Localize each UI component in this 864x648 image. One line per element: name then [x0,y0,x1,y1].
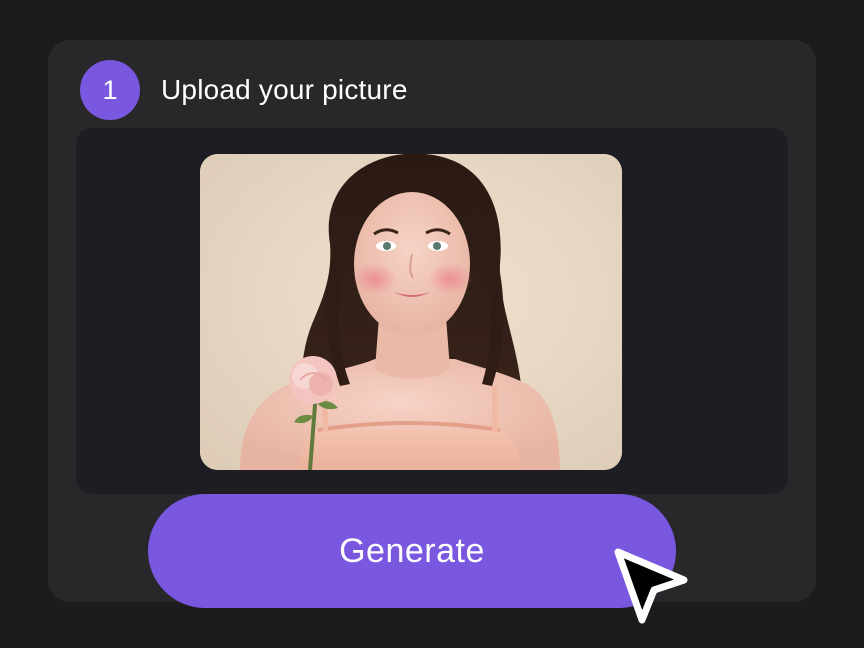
step-title: Upload your picture [161,74,408,105]
uploaded-photo[interactable] [200,154,622,470]
step-header: 1 Upload your picture [80,60,408,120]
mouse-pointer-icon [608,544,694,628]
portrait-photo-icon [200,154,622,470]
generate-button[interactable]: Generate [148,494,676,608]
step-number-badge: 1 [80,60,140,120]
